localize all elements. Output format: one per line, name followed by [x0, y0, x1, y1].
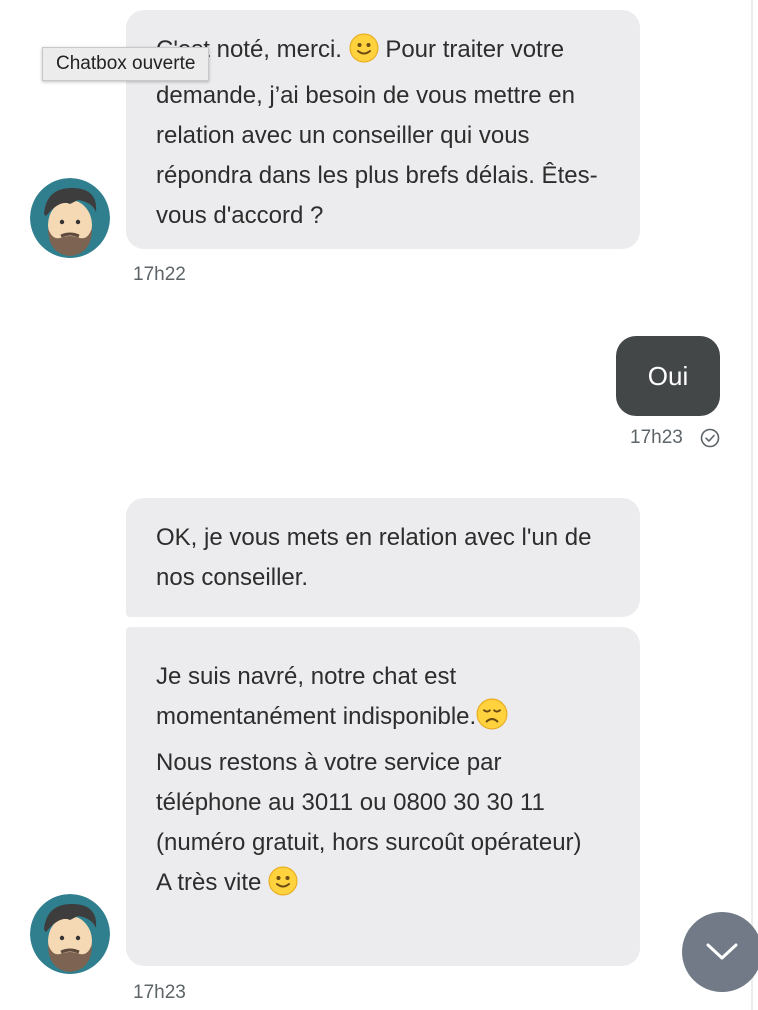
message-text: Oui [647, 360, 689, 391]
bot-message-bubble: Je suis navré, notre chat est momentaném… [126, 627, 640, 966]
scroll-down-button[interactable] [682, 912, 758, 992]
message-text: A très vite [156, 869, 262, 896]
agent-avatar [30, 894, 110, 974]
message-timestamp: 17h22 [133, 264, 186, 285]
message-text: Je suis navré, notre chat est momentaném… [156, 663, 477, 730]
message-timestamp: 17h23 [133, 982, 186, 1003]
bot-message-bubble: OK, je vous mets en relation avec l'un d… [126, 498, 640, 617]
chevron-down-icon [706, 943, 738, 960]
message-text: OK, je vous mets en relation avec l'un d… [156, 524, 592, 591]
bot-message-bubble: C'est noté, merci. Pour traiter votre de… [126, 10, 640, 249]
read-check-icon [700, 428, 720, 448]
user-message-bubble: Oui [616, 336, 720, 416]
chatbox-tooltip: Chatbox ouverte [42, 47, 210, 81]
message-timestamp: 17h23 [630, 427, 683, 448]
disappointed-face-icon [476, 698, 508, 743]
scrollbar-track [751, 0, 753, 1010]
slightly-smiling-face-icon [268, 866, 298, 909]
message-text: Nous restons à votre service par télépho… [156, 749, 582, 856]
slightly-smiling-face-icon [349, 33, 379, 76]
agent-avatar [30, 178, 110, 258]
